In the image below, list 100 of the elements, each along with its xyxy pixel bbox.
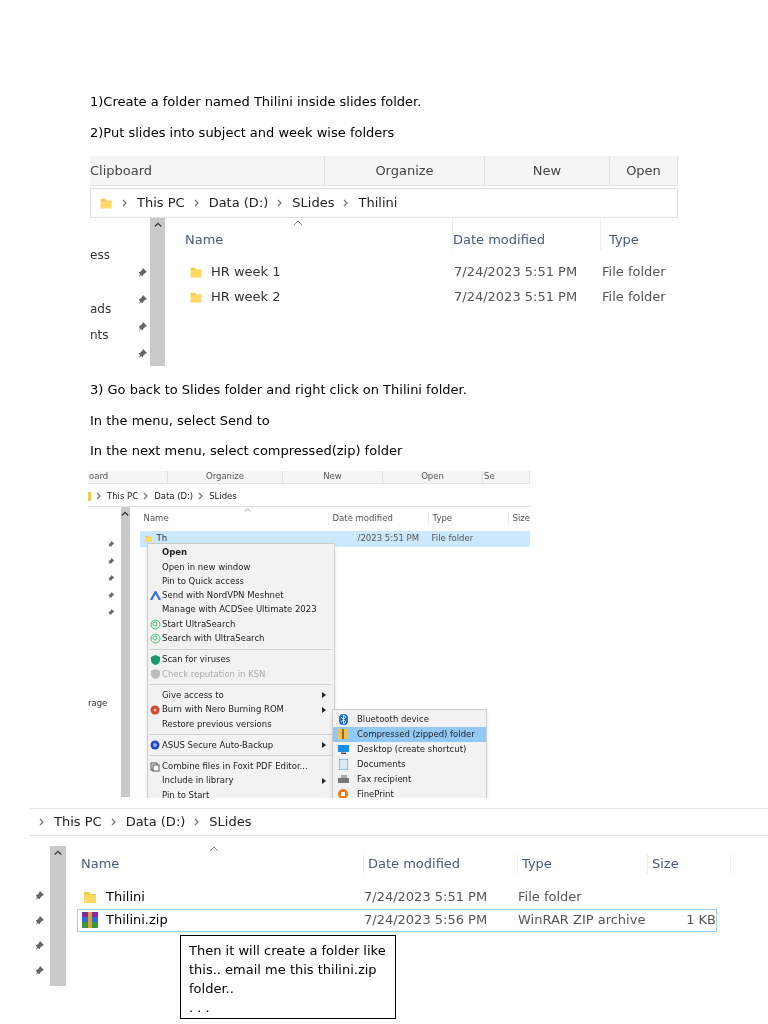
menu-item[interactable]: ASUS Secure Auto-Backup [148,738,334,753]
shield-icon [150,654,160,665]
pin-icon[interactable] [35,940,45,951]
instruction-text: 1)Create a folder named Thilini inside slides folder. [90,93,423,111]
menu-item[interactable]: Manage with ACDSee Ultimate 2023 [148,602,334,617]
breadcrumb-item[interactable]: Thilini [358,193,398,213]
pin-icon[interactable] [137,295,148,305]
column-header[interactable]: Name [185,230,224,250]
scroll-bar[interactable] [50,845,66,986]
column-header[interactable]: Type [609,232,639,247]
pin-icon[interactable] [35,965,45,976]
column-header[interactable]: Size [652,856,679,871]
menu-item[interactable]: Open in new window [148,559,334,575]
pin-icon[interactable] [137,268,148,278]
chevron-right-icon [121,199,129,207]
file-date: 7/24/2023 5:51 PM [454,287,579,306]
file-date: 7/24/2023 5:56 PM [364,911,489,930]
column-header[interactable]: Date modified [368,856,461,871]
sort-caret-icon [243,508,251,512]
file-name: HR week 2 [211,287,281,306]
menu-item[interactable]: Scan for viruses [148,652,334,667]
zip-folder-icon [338,729,348,739]
arc-icon [149,591,161,601]
ribbon-group-label: oard [89,470,109,483]
shield-icon [150,669,160,679]
column-header[interactable]: Date modified [332,513,393,524]
column-header[interactable]: Size [512,513,530,524]
sort-caret-icon [209,846,220,851]
pin-icon[interactable] [137,349,148,359]
ribbon-group-label: Organize [375,161,434,180]
column-header[interactable]: Name [81,854,120,874]
file-row[interactable]: HR week 2 7/24/2023 5:51 PM File folder [185,285,678,308]
file-row[interactable]: Th /2023 5:51 PM File folder [139,530,530,547]
pin-icon[interactable] [108,557,115,565]
breadcrumb-item[interactable]: SLides [292,193,335,213]
ribbon-group-label: Clipboard [90,161,153,180]
pin-icon[interactable] [108,540,115,548]
file-row[interactable]: Thilini 7/24/2023 5:51 PM File folder [77,885,717,909]
scroll-bar[interactable] [150,218,165,366]
ribbon-group-label: Se [484,470,495,483]
menu-item[interactable]: Open [148,545,334,560]
address-bar[interactable]: This PC Data (D:) SLides [88,486,530,507]
menu-item[interactable]: Include in library [148,773,334,788]
column-header[interactable]: Name [143,512,169,525]
ribbon-group-label: New [323,470,342,483]
menu-item[interactable]: Start UltraSearch [148,617,334,632]
menu-item[interactable]: Give access to [148,688,334,703]
menu-item[interactable]: Search with UltraSearch [148,631,334,646]
breadcrumb-item[interactable]: This PC [54,811,102,832]
breadcrumb-item[interactable]: This PC [137,193,185,213]
scroll-up-icon[interactable] [153,222,162,227]
file-date: 7/24/2023 5:51 PM [454,262,579,281]
file-name: HR week 1 [211,262,281,281]
scroll-up-icon[interactable] [121,510,130,516]
scroll-up-icon[interactable] [54,849,62,855]
pin-icon[interactable] [108,574,115,582]
file-date: /2023 5:51 PM [356,532,420,545]
instruction-text: In the next menu, select compressed(zip) folder [90,442,404,460]
file-row[interactable]: Thilini.zip 7/24/2023 5:56 PM WinRAR ZIP archive 1 KB [77,908,717,932]
file-type: File folder [430,532,474,545]
ribbon-group-label: New [532,161,562,180]
breadcrumb-item[interactable]: Data (D:) [154,489,194,503]
menu-item[interactable]: Send with NordVPN Meshnet [148,588,334,603]
menu-item[interactable]: Pin to Quick access [148,574,334,589]
nav-pane-label: nts [90,327,110,344]
breadcrumb-item[interactable]: SLides [209,811,252,832]
menu-item[interactable]: Documents [333,756,486,772]
address-bar[interactable]: This PC Data (D:) SLides [30,807,768,836]
pin-icon[interactable] [108,591,115,599]
scroll-bar[interactable] [120,506,130,797]
document-icon [338,758,348,770]
menu-item[interactable]: Compressed (zipped) folder [333,726,486,742]
ribbon-group-label: Open [421,470,444,483]
breadcrumb-item[interactable]: Data (D:) [125,811,186,832]
menu-item[interactable]: Combine files in Foxit PDF Editor... [148,759,334,774]
breadcrumb-item[interactable]: This PC [107,489,139,503]
menu-item[interactable]: Burn with Nero Burning ROM [148,702,334,717]
menu-item[interactable]: Bluetooth device [333,711,486,727]
pin-icon[interactable] [35,890,45,901]
column-header[interactable]: Type [522,856,552,871]
menu-item[interactable]: Desktop (create shortcut) [333,741,486,757]
chevron-right-icon [192,199,201,207]
menu-item[interactable]: Fax recipient [333,771,486,787]
pin-icon[interactable] [108,608,115,616]
pin-icon[interactable] [35,915,45,926]
breadcrumb-item[interactable]: SLides [209,489,237,503]
file-type: File folder [518,888,583,907]
file-row[interactable]: HR week 1 7/24/2023 5:51 PM File folder [185,260,678,283]
menu-item[interactable]: Restore previous versions [148,716,334,732]
breadcrumb-item[interactable]: Data (D:) [208,193,269,213]
menu-item[interactable]: Pin to Start [148,787,334,798]
note-text: . . . [189,998,211,1017]
file-size: 1 KB [685,911,716,930]
address-bar[interactable]: This PC Data (D:) SLides Thilini [90,188,678,218]
column-header[interactable]: Type [432,513,453,524]
pin-icon[interactable] [137,322,148,332]
menu-item[interactable]: FinePrint [333,786,486,798]
column-header[interactable]: Date modified [453,232,546,247]
sort-caret-icon [293,220,304,225]
folder-icon [99,196,113,210]
